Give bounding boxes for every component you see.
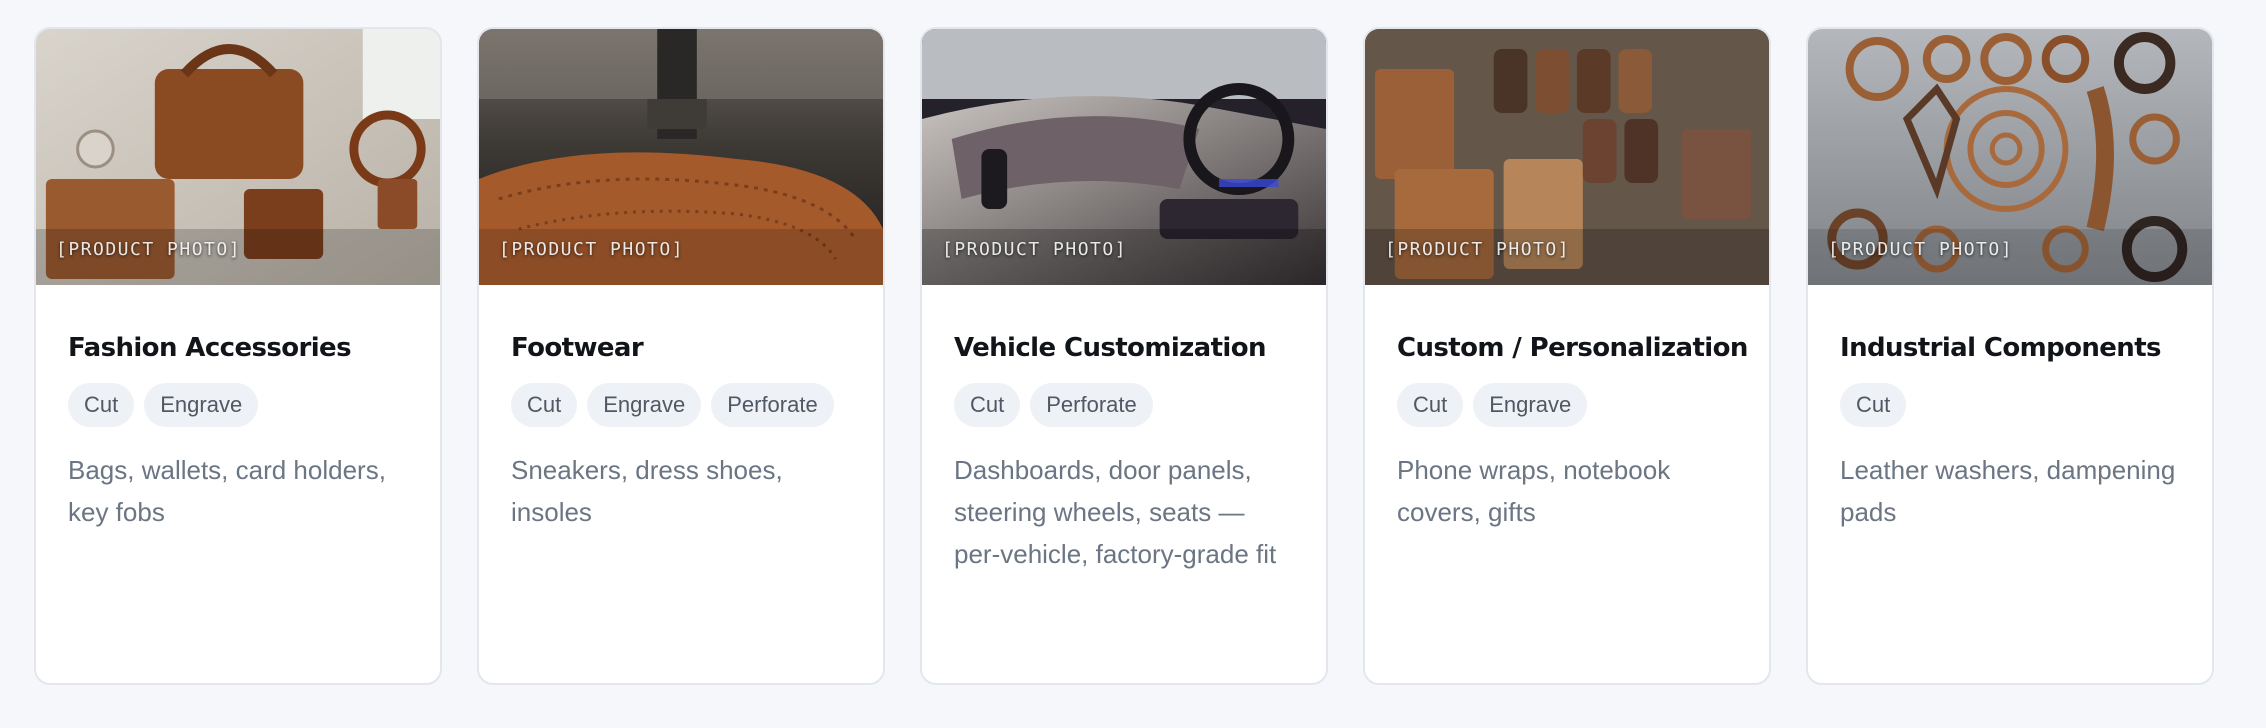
- tag-list: Cut Perforate: [954, 383, 1294, 427]
- photo-placeholder-label: [PRODUCT PHOTO]: [499, 239, 685, 260]
- tag-perforate: Perforate: [711, 383, 834, 427]
- photo-placeholder-label: [PRODUCT PHOTO]: [942, 239, 1128, 260]
- photo-placeholder-label: [PRODUCT PHOTO]: [1828, 239, 2014, 260]
- card-custom-personalization[interactable]: [PRODUCT PHOTO] Custom / Personalization…: [1363, 27, 1771, 685]
- card-title: Footwear: [511, 333, 644, 363]
- tag-list: Cut Engrave: [68, 383, 408, 427]
- card-title: Vehicle Customization: [954, 333, 1267, 363]
- product-photo: [PRODUCT PHOTO]: [922, 29, 1326, 285]
- tag-engrave: Engrave: [144, 383, 259, 427]
- card-description: Bags, wallets, card holders, key fobs: [68, 455, 386, 527]
- product-photo: [PRODUCT PHOTO]: [36, 29, 440, 285]
- tag-list: Cut: [1840, 383, 2180, 427]
- card-description: Leather washers, dampening pads: [1840, 455, 2176, 527]
- tag-perforate: Perforate: [1030, 383, 1153, 427]
- tag-engrave: Engrave: [587, 383, 702, 427]
- tag-cut: Cut: [68, 383, 135, 427]
- card-description: Dashboards, door panels, steering wheels…: [954, 455, 1277, 569]
- photo-placeholder-label: [PRODUCT PHOTO]: [56, 239, 242, 260]
- card-title: Custom / Personalization: [1397, 333, 1748, 363]
- card-title: Industrial Components: [1840, 333, 2162, 363]
- card-vehicle-customization[interactable]: [PRODUCT PHOTO] Vehicle Customization Cu…: [920, 27, 1328, 685]
- product-photo: [PRODUCT PHOTO]: [1365, 29, 1769, 285]
- product-photo: [PRODUCT PHOTO]: [479, 29, 883, 285]
- tag-list: Cut Engrave: [1397, 383, 1737, 427]
- card-description: Phone wraps, notebook covers, gifts: [1397, 455, 1671, 527]
- card-grid: [PRODUCT PHOTO] Fashion Accessories Cut …: [34, 27, 2217, 685]
- tag-list: Cut Engrave Perforate: [511, 383, 851, 427]
- tag-cut: Cut: [954, 383, 1021, 427]
- card-footwear[interactable]: [PRODUCT PHOTO] Footwear Cut Engrave Per…: [477, 27, 885, 685]
- card-title: Fashion Accessories: [68, 333, 352, 363]
- tag-cut: Cut: [1397, 383, 1464, 427]
- tag-cut: Cut: [511, 383, 578, 427]
- tag-cut: Cut: [1840, 383, 1907, 427]
- product-photo: [PRODUCT PHOTO]: [1808, 29, 2212, 285]
- card-fashion-accessories[interactable]: [PRODUCT PHOTO] Fashion Accessories Cut …: [34, 27, 442, 685]
- photo-placeholder-label: [PRODUCT PHOTO]: [1385, 239, 1571, 260]
- card-industrial-components[interactable]: [PRODUCT PHOTO] Industrial Components Cu…: [1806, 27, 2214, 685]
- tag-engrave: Engrave: [1473, 383, 1588, 427]
- card-description: Sneakers, dress shoes, insoles: [511, 455, 783, 527]
